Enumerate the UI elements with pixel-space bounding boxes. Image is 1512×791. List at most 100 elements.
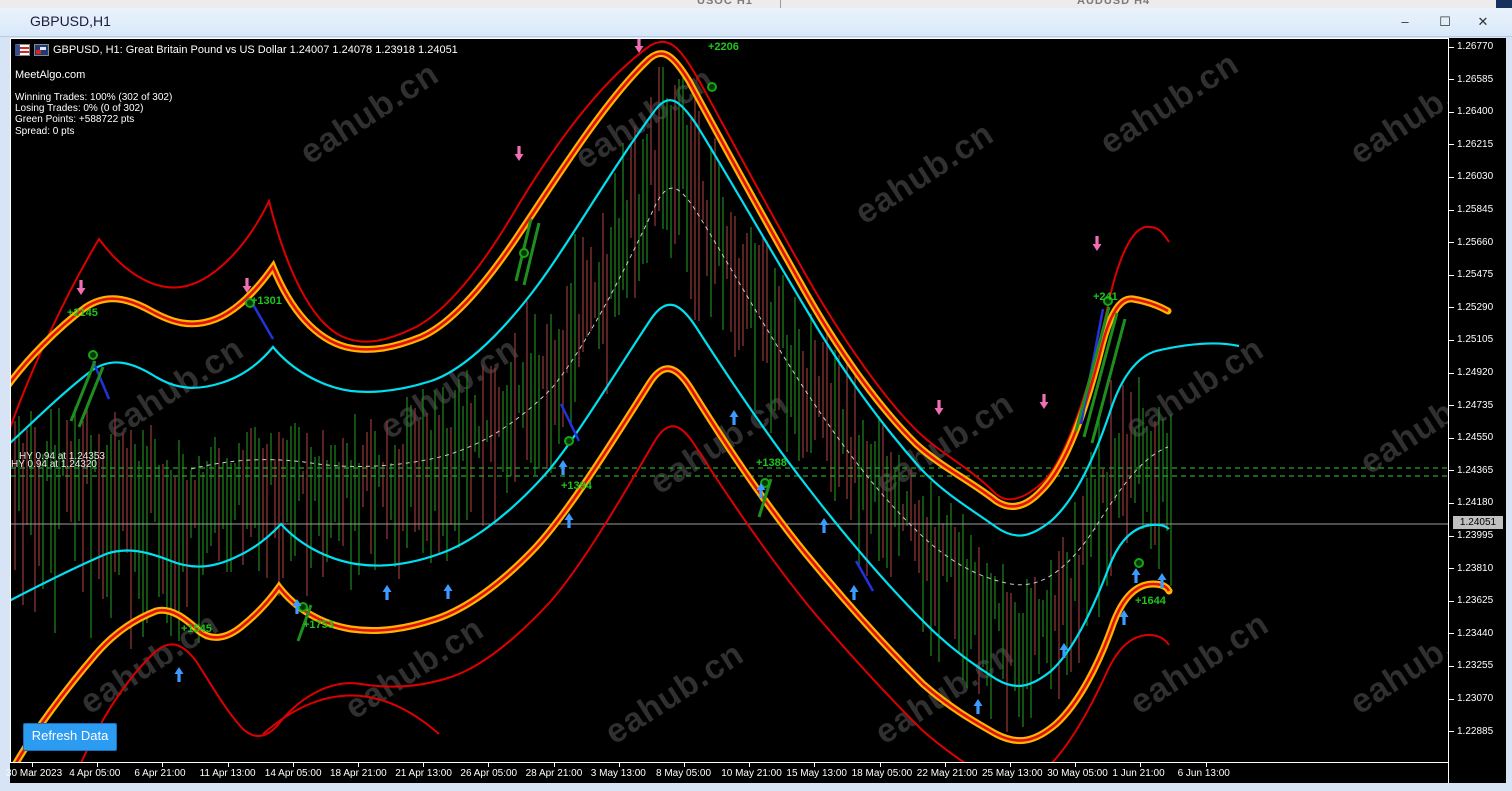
stat-line-2: Green Points: +588722 pts xyxy=(15,114,135,126)
maximize-button[interactable]: ☐ xyxy=(1430,11,1460,33)
trade-profit-label: +1644 xyxy=(1135,595,1166,607)
symbol-ohlc-line: GBPUSD, H1: Great Britain Pound vs US Do… xyxy=(53,44,458,56)
buy-arrow-icon xyxy=(1131,568,1141,583)
price-axis-label: 1.23440 xyxy=(1457,627,1494,639)
time-tick xyxy=(227,763,229,767)
chart-plot-area[interactable]: GBPUSD, H1: Great Britain Pound vs US Do… xyxy=(10,38,1448,762)
minimize-button[interactable]: – xyxy=(1390,11,1420,33)
trade-profit-label: +241 xyxy=(1093,291,1118,303)
red-arc xyxy=(262,694,440,735)
time-axis-label: 18 May 05:00 xyxy=(851,768,913,779)
entry-dot xyxy=(88,350,98,360)
price-axis-label: 1.24365 xyxy=(1457,464,1494,476)
close-button[interactable]: ✕ xyxy=(1468,11,1498,33)
time-axis-label: 18 Apr 21:00 xyxy=(330,768,387,779)
time-tick xyxy=(32,763,33,767)
price-tick xyxy=(1449,372,1454,374)
price-tick xyxy=(1449,307,1454,309)
time-tick xyxy=(749,763,751,767)
blue-entry-segment xyxy=(559,403,581,442)
price-tick xyxy=(1449,470,1454,472)
upper-orange-band xyxy=(11,50,1172,510)
price-axis-label: 1.25105 xyxy=(1457,334,1494,346)
price-tick xyxy=(1449,144,1454,146)
price-tick xyxy=(1449,698,1454,700)
price-axis-label: 1.24180 xyxy=(1457,497,1494,509)
time-axis-label: 11 Apr 13:00 xyxy=(199,768,256,779)
price-axis-label: 1.23070 xyxy=(1457,693,1494,704)
brand-link: MeetAlgo.com xyxy=(15,69,86,81)
time-tick xyxy=(1205,763,1207,767)
green-profit-segment xyxy=(77,366,105,428)
price-tick xyxy=(1449,600,1454,602)
window-title: GBPUSD,H1 xyxy=(30,13,111,29)
indicator-canvas xyxy=(11,39,1448,762)
current-price-tag: 1.24051 xyxy=(1453,516,1503,529)
green-profit-segment xyxy=(1082,312,1119,438)
time-axis-label: 30 Mar 2023 xyxy=(6,768,63,779)
trade-profit-label: +1545 xyxy=(181,623,212,635)
sell-arrow-icon xyxy=(1092,236,1102,251)
price-axis-label: 1.26215 xyxy=(1457,138,1494,150)
price-axis-label: 1.23995 xyxy=(1457,530,1494,541)
upper-red-envelope xyxy=(11,40,1170,501)
time-axis-label: 28 Apr 21:00 xyxy=(525,768,583,779)
time-axis-label: 6 Jun 13:00 xyxy=(1177,768,1230,779)
price-axis-label: 1.26030 xyxy=(1457,171,1494,183)
sell-arrow-icon xyxy=(76,280,86,295)
trade-profit-label: +2206 xyxy=(708,41,739,53)
time-tick xyxy=(814,763,816,767)
time-axis[interactable]: 30 Mar 2023 4 Apr 05:00 6 Apr 21:00 11 Apr … xyxy=(6,762,1448,783)
corner-block xyxy=(1496,0,1512,8)
ea-stats-block: Winning Trades: 100% (302 of 302) Losing … xyxy=(15,92,172,137)
green-profit-segment xyxy=(1074,306,1111,432)
time-tick xyxy=(879,763,881,767)
price-axis-label: 1.24920 xyxy=(1457,367,1494,378)
time-tick xyxy=(944,763,946,767)
chart-panel: GBPUSD, H1: Great Britain Pound vs US Do… xyxy=(6,38,1506,783)
time-tick xyxy=(1075,763,1077,767)
time-tick xyxy=(97,763,99,767)
price-axis-label: 1.23810 xyxy=(1457,562,1494,574)
background-windows-strip: USOC H1 AUDUSD H4 xyxy=(0,0,1512,8)
price-axis-label: 1.23255 xyxy=(1457,660,1494,672)
time-axis-label: 26 Apr 05:00 xyxy=(460,768,518,779)
price-axis-label: 1.25845 xyxy=(1457,204,1494,215)
time-axis-label: 22 May 21:00 xyxy=(916,768,978,779)
trade-profit-label: +1394 xyxy=(561,480,592,492)
hline-label-2: HY 0.94 at 1.24320 xyxy=(11,459,97,470)
time-axis-label: 14 Apr 05:00 xyxy=(264,768,322,779)
refresh-data-button[interactable]: Refresh Data xyxy=(23,723,117,751)
upper-band-core xyxy=(11,52,1169,508)
price-axis-label: 1.26400 xyxy=(1457,106,1494,118)
price-axis-label: 1.25475 xyxy=(1457,269,1494,281)
time-axis-label: 3 May 13:00 xyxy=(590,768,646,779)
entry-dot xyxy=(707,82,717,92)
background-tab-1[interactable]: USOC H1 xyxy=(697,0,753,7)
background-tab-2[interactable]: AUDUSD H4 xyxy=(1077,0,1150,7)
time-tick xyxy=(684,763,685,767)
price-tick xyxy=(1449,535,1454,537)
price-axis[interactable]: 1.26770 1.26585 1.26400 1.26215 1.26030 1.258… xyxy=(1449,38,1506,762)
time-tick xyxy=(553,763,555,767)
sell-arrow-icon xyxy=(1039,394,1049,409)
entry-dot xyxy=(564,436,574,446)
symbol-flag-icon-1 xyxy=(15,44,30,56)
time-axis-label: 8 May 05:00 xyxy=(656,768,712,779)
price-axis-label: 1.22885 xyxy=(1457,725,1494,737)
window-bottom-edge xyxy=(0,783,1512,791)
buy-arrow-icon xyxy=(174,667,184,682)
time-tick xyxy=(488,763,490,767)
chart-header: GBPUSD, H1: Great Britain Pound vs US Do… xyxy=(15,42,458,58)
center-dashed-line xyxy=(190,187,1169,586)
price-axis-label: 1.26585 xyxy=(1457,73,1494,85)
window-titlebar[interactable]: GBPUSD,H1 – ☐ ✕ xyxy=(0,8,1512,37)
time-tick xyxy=(292,763,294,767)
buy-arrow-icon xyxy=(382,585,392,600)
price-tick xyxy=(1449,665,1454,667)
trade-profit-label: +2145 xyxy=(67,307,98,319)
time-tick xyxy=(423,763,425,767)
price-tick xyxy=(1449,242,1454,244)
price-tick xyxy=(1449,437,1454,439)
stat-line-0: Winning Trades: 100% (302 of 302) xyxy=(15,92,173,103)
